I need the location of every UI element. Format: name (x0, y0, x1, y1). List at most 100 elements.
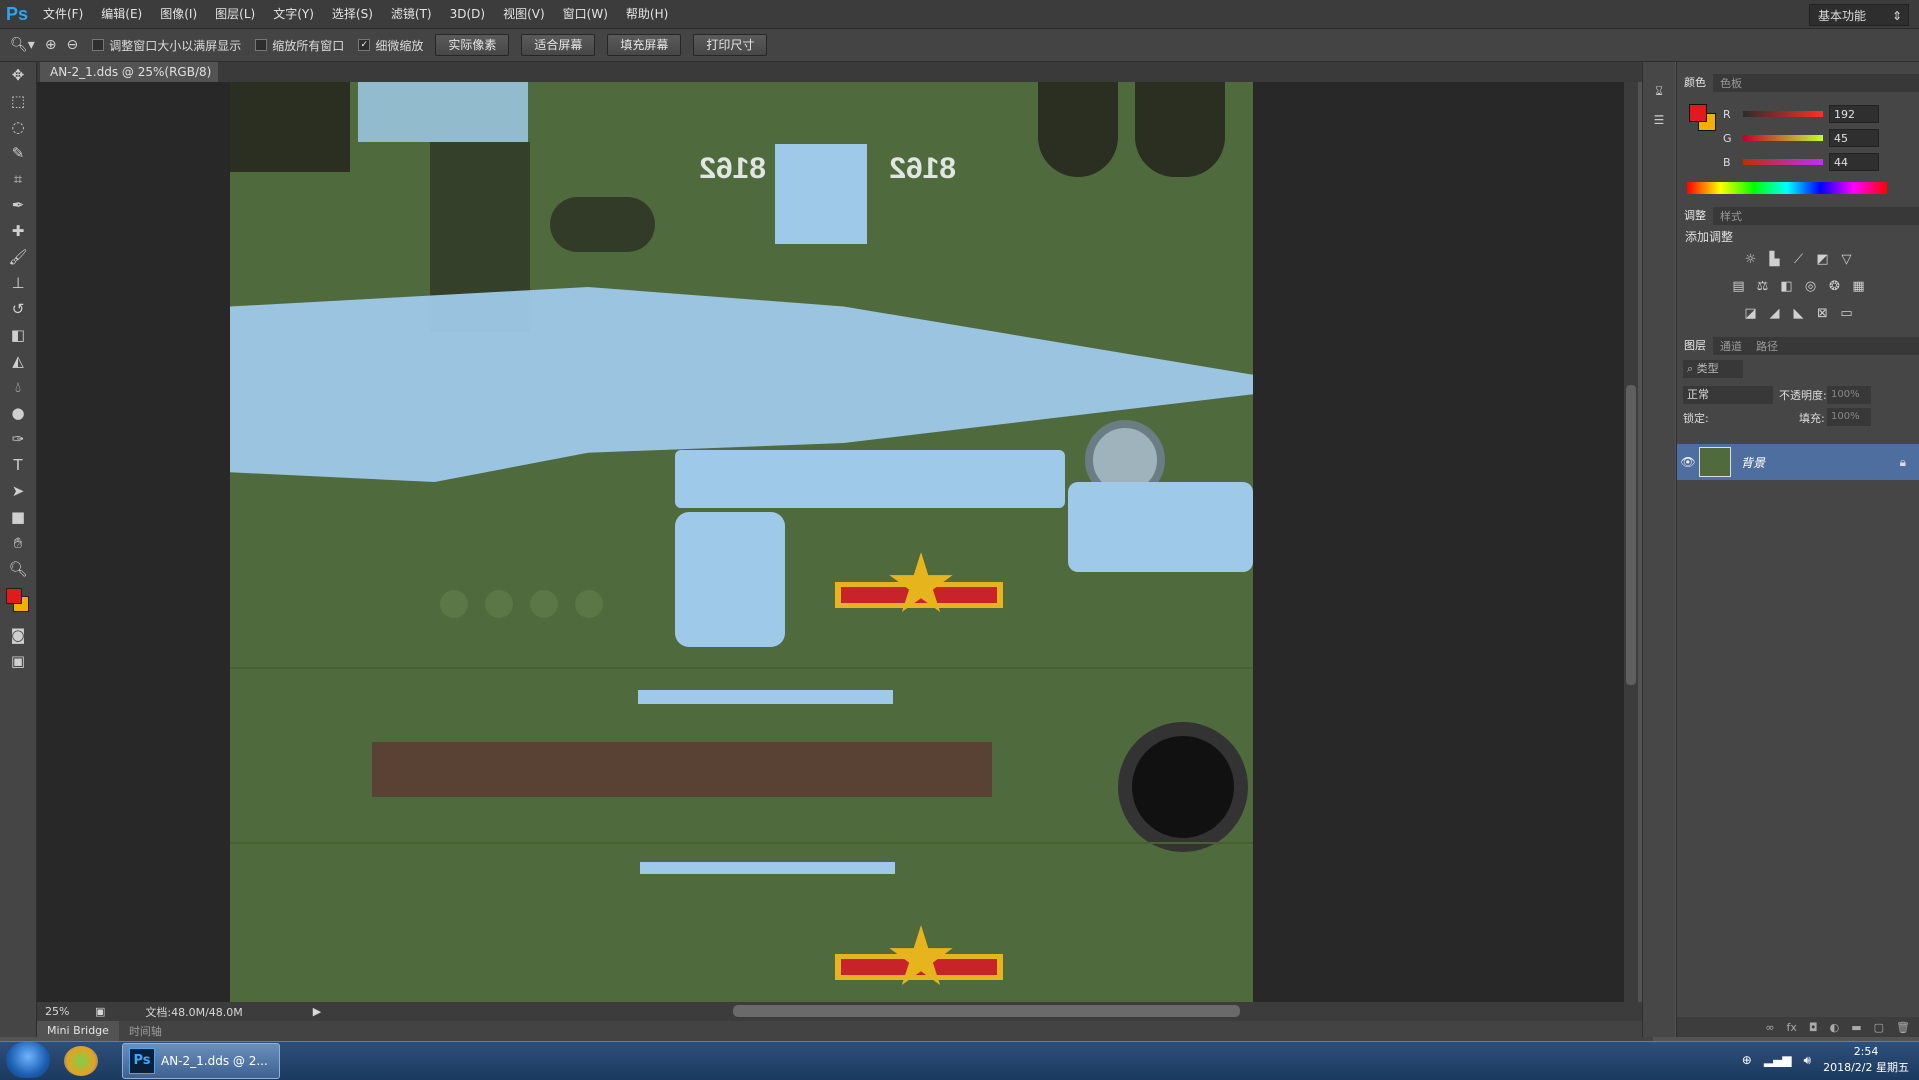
hand-tool-icon[interactable]: ✋︎ (0, 530, 36, 556)
document-canvas[interactable]: 8162 8162 (230, 82, 1253, 1002)
app-icon[interactable] (64, 1046, 98, 1076)
taskbar-photoshop-button[interactable]: Ps AN-2_1.dds @ 2... (122, 1043, 280, 1079)
properties-panel-icon[interactable]: ☰ (1649, 113, 1669, 127)
zoom-tool-preset-icon[interactable]: 🔍︎▾ (10, 37, 35, 53)
color-balance-icon[interactable]: ⚖ (1754, 279, 1772, 294)
history-brush-icon[interactable]: ↺ (0, 296, 36, 322)
menu-edit[interactable]: 编辑(E) (92, 0, 151, 28)
channel-mixer-icon[interactable]: ❂ (1826, 279, 1844, 294)
invert-icon[interactable]: ◪ (1742, 306, 1760, 321)
pen-tool-icon[interactable]: ✑ (0, 426, 36, 452)
eyedropper-tool-icon[interactable]: ✒ (0, 192, 36, 218)
zoom-in-icon[interactable]: ⊕ (45, 37, 57, 53)
fill-field[interactable]: 100% (1827, 408, 1871, 426)
fx-icon[interactable]: fx (1787, 1021, 1797, 1034)
gradient-map-icon[interactable]: ▭ (1838, 306, 1856, 321)
layer-filter-select[interactable]: ⌕ 类型 (1683, 360, 1743, 378)
adjust-layer-icon[interactable]: ◐ (1830, 1021, 1840, 1034)
color-swatches[interactable] (0, 582, 36, 622)
tab-color[interactable]: 颜色 (1677, 74, 1713, 92)
horizontal-scroll-thumb[interactable] (733, 1005, 1240, 1017)
volume-icon[interactable]: 🔊︎ (1804, 1053, 1812, 1068)
network-icon[interactable]: ▂▄▆ (1764, 1053, 1792, 1067)
tab-mini-bridge[interactable]: Mini Bridge (37, 1021, 119, 1041)
tray-app-icon[interactable]: ⊕ (1742, 1053, 1752, 1067)
menu-layer[interactable]: 图层(L) (206, 0, 264, 28)
green-slider[interactable]: G 45 (1723, 126, 1919, 150)
marquee-tool-icon[interactable]: ⬚ (0, 88, 36, 114)
tab-paths[interactable]: 路径 (1749, 338, 1785, 354)
history-panel-icon[interactable]: ⌛︎ (1649, 84, 1669, 99)
blue-slider[interactable]: B 44 (1723, 150, 1919, 174)
exposure-icon[interactable]: ◩ (1814, 252, 1832, 267)
new-layer-icon[interactable]: ▢ (1874, 1021, 1884, 1034)
color-spectrum-bar[interactable] (1687, 182, 1887, 194)
tab-styles[interactable]: 样式 (1713, 208, 1749, 224)
dodge-tool-icon[interactable]: ● (0, 400, 36, 426)
tab-channels[interactable]: 通道 (1713, 338, 1749, 354)
vertical-scroll-thumb[interactable] (1626, 385, 1636, 685)
actual-pixels-button[interactable]: 实际像素 (435, 34, 510, 56)
menu-window[interactable]: 窗口(W) (554, 0, 617, 28)
menu-view[interactable]: 视图(V) (494, 0, 554, 28)
menu-help[interactable]: 帮助(H) (617, 0, 677, 28)
clock[interactable]: 2:54 2018/2/2 星期五 (1823, 1044, 1909, 1076)
red-slider[interactable]: R 192 (1723, 102, 1919, 126)
blue-value[interactable]: 44 (1829, 153, 1879, 171)
type-tool-icon[interactable]: T (0, 452, 36, 478)
fit-screen-button[interactable]: 适合屏幕 (521, 34, 596, 56)
eye-icon[interactable]: 👁︎ (1677, 455, 1699, 469)
curves-icon[interactable]: ⟋ (1790, 252, 1808, 267)
stamp-tool-icon[interactable]: ⊥ (0, 270, 36, 296)
paint-bucket-icon[interactable]: ◭ (0, 348, 36, 374)
photo-filter-icon[interactable]: ◎ (1802, 279, 1820, 294)
tab-adjustments[interactable]: 调整 (1677, 207, 1713, 225)
resize-windows-checkbox[interactable]: 调整窗口大小以满屏显示 (92, 37, 241, 54)
brush-tool-icon[interactable]: 🖌︎ (0, 244, 36, 270)
path-select-icon[interactable]: ➤ (0, 478, 36, 504)
menu-type[interactable]: 文字(Y) (264, 0, 323, 28)
levels-icon[interactable]: ▙ (1766, 252, 1784, 267)
bw-icon[interactable]: ◧ (1778, 279, 1796, 294)
vibrance-icon[interactable]: ▽ (1838, 252, 1856, 267)
blur-tool-icon[interactable]: 💧︎ (0, 374, 36, 400)
start-button[interactable] (6, 1042, 50, 1078)
print-size-button[interactable]: 打印尺寸 (693, 34, 768, 56)
eraser-tool-icon[interactable]: ◧ (0, 322, 36, 348)
red-value[interactable]: 192 (1829, 105, 1879, 123)
brightness-icon[interactable]: ☼ (1742, 252, 1760, 267)
fg-color-chip[interactable] (1689, 104, 1707, 122)
opacity-field[interactable]: 100% (1827, 386, 1871, 404)
quick-mask-icon[interactable]: ◙ (0, 622, 36, 648)
group-icon[interactable]: ▬ (1851, 1021, 1861, 1034)
zoom-all-windows-checkbox[interactable]: 缩放所有窗口 (255, 37, 344, 54)
blend-mode-select[interactable]: 正常 (1683, 386, 1773, 404)
link-icon[interactable]: ∞ (1765, 1021, 1774, 1034)
posterize-icon[interactable]: ◢ (1766, 306, 1784, 321)
zoom-out-icon[interactable]: ⊖ (67, 37, 79, 53)
hue-sat-icon[interactable]: ▤ (1730, 279, 1748, 294)
threshold-icon[interactable]: ◣ (1790, 306, 1808, 321)
fill-screen-button[interactable]: 填充屏幕 (607, 34, 682, 56)
status-info-icon[interactable]: ▣ (95, 1005, 105, 1018)
workspace-select[interactable]: 基本功能 ⇕ (1809, 4, 1909, 26)
layer-row-background[interactable]: 👁︎ 背景 🔒︎ (1677, 444, 1919, 480)
menu-filter[interactable]: 滤镜(T) (382, 0, 441, 28)
selective-color-icon[interactable]: ⊠ (1814, 306, 1832, 321)
healing-tool-icon[interactable]: ✚ (0, 218, 36, 244)
menu-image[interactable]: 图像(I) (151, 0, 206, 28)
tab-timeline[interactable]: 时间轴 (119, 1023, 172, 1039)
menu-file[interactable]: 文件(F) (34, 0, 92, 28)
move-tool-icon[interactable]: ✥ (0, 62, 36, 88)
document-tab[interactable]: AN-2_1.dds @ 25%(RGB/8) × (40, 62, 218, 99)
menu-3d[interactable]: 3D(D) (441, 0, 494, 28)
green-value[interactable]: 45 (1829, 129, 1879, 147)
tab-swatches[interactable]: 色板 (1713, 75, 1749, 91)
lasso-tool-icon[interactable]: ◌ (0, 114, 36, 140)
color-lookup-icon[interactable]: ▦ (1850, 279, 1868, 294)
shape-tool-icon[interactable]: ■ (0, 504, 36, 530)
mask-icon[interactable]: ◘ (1809, 1021, 1818, 1034)
zoom-tool-icon[interactable]: 🔍︎ (0, 556, 36, 582)
menu-select[interactable]: 选择(S) (323, 0, 382, 28)
screen-mode-icon[interactable]: ▣ (0, 648, 36, 674)
